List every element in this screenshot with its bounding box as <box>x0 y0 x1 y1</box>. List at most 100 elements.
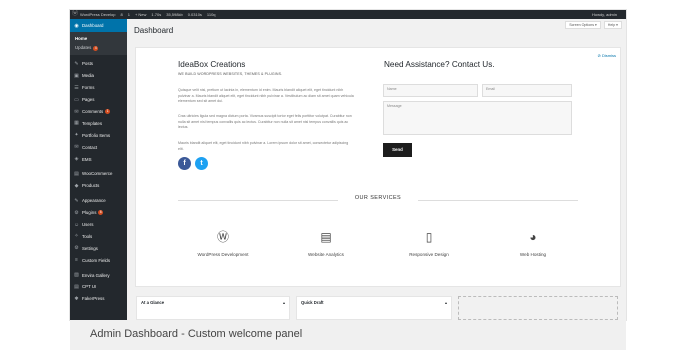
sidebar-item-products[interactable]: ◆ Products <box>70 180 127 192</box>
screenshot-frame: ⓦ WordPress Develop 8 1 + New 1.70s 35,5… <box>70 10 626 320</box>
sidebar-item-label: Settings <box>82 245 98 251</box>
sidebar-item-fakerpress[interactable]: ✱ FakerPress <box>70 293 127 305</box>
gallery-icon: ▨ <box>74 272 79 279</box>
sidebar-item-posts[interactable]: ✎ Posts <box>70 58 127 70</box>
tools-icon: ✧ <box>74 233 79 240</box>
site-name-link[interactable]: WordPress Develop <box>80 10 116 19</box>
sidebar-item-label: Plugins <box>82 210 97 216</box>
analytics-icon: ▤ <box>320 230 332 244</box>
custom-fields-icon: ≡ <box>75 257 78 264</box>
sidebar-item-woocommerce[interactable]: ▤ WooCommerce <box>70 168 127 180</box>
query-time[interactable]: 1.70s <box>151 10 161 19</box>
sidebar-item-contact[interactable]: ✉ Contact <box>70 141 127 153</box>
ems-icon: ◈ <box>74 156 79 163</box>
service-web-hosting: ◕ Web Hosting <box>488 228 578 257</box>
sidebar-item-settings[interactable]: ⚙ Settings <box>70 242 127 254</box>
users-icon: ☺ <box>73 221 80 228</box>
woocommerce-icon: ▤ <box>74 170 79 177</box>
service-label: Responsive Design <box>409 252 449 257</box>
at-a-glance-widget[interactable]: At a Glance ▴ <box>136 296 290 320</box>
settings-icon: ⚙ <box>74 245 79 252</box>
help-button[interactable]: Help ▾ <box>603 21 622 29</box>
widget-title: Quick Draft <box>301 300 324 305</box>
products-icon: ◆ <box>74 182 79 189</box>
sidebar-item-label: Forms <box>82 85 95 91</box>
facebook-icon[interactable]: f <box>178 157 191 170</box>
admin-sidebar: ◉ Dashboard Home Updates 4 ✎ Posts ▣ Media ☰ F… <box>70 19 127 320</box>
brand-title: IdeaBox Creations <box>178 60 246 69</box>
name-field[interactable]: Name <box>383 84 478 97</box>
sidebar-item-pages[interactable]: ▭ Pages <box>70 94 127 106</box>
sidebar-item-cpt-ui[interactable]: ▤ CPT UI <box>70 281 127 293</box>
sidebar-item-envira-gallery[interactable]: ▨ Envira Gallery <box>70 269 127 281</box>
sidebar-item-label: Users <box>82 222 94 228</box>
sidebar-item-label: Posts <box>82 61 93 67</box>
sidebar-item-tools[interactable]: ✧ Tools <box>70 230 127 242</box>
query-count[interactable]: 110q <box>207 10 216 19</box>
brand-tagline: WE BUILD WORDPRESS WEBSITES, THEMES & PL… <box>178 72 283 76</box>
sidebar-item-appearance[interactable]: ✎ Appearance <box>70 195 127 207</box>
sidebar-item-label: EMS <box>82 156 92 162</box>
sidebar-item-label: Dashboard <box>82 23 104 28</box>
new-content-link[interactable]: + New <box>135 10 146 19</box>
globe-icon: ◕ <box>529 230 537 244</box>
sidebar-item-label: FakerPress <box>82 296 105 302</box>
db-time[interactable]: 0.0310s <box>188 10 202 19</box>
send-button[interactable]: Send <box>383 143 412 157</box>
fakerpress-icon: ✱ <box>74 295 79 302</box>
sidebar-item-label: Pages <box>82 97 95 103</box>
page-title: Dashboard <box>134 26 174 35</box>
howdy-user-link[interactable]: Howdy, admin <box>592 10 617 19</box>
sidebar-item-portfolio-items[interactable]: ✦ Portfolio Items <box>70 129 127 141</box>
submenu-home[interactable]: Home <box>70 34 127 43</box>
sidebar-item-label: Comments <box>82 109 104 114</box>
widget-title: At a Glance <box>141 300 165 305</box>
caption: Admin Dashboard - Custom welcome panel <box>90 328 303 340</box>
quick-draft-widget[interactable]: Quick Draft ▴ <box>296 296 452 320</box>
message-field[interactable]: Message <box>383 101 572 135</box>
submenu-updates[interactable]: Updates 4 <box>70 43 127 52</box>
count-badge: 1 <box>105 109 111 114</box>
updates-count[interactable]: 8 <box>121 10 123 19</box>
sidebar-item-label: Templates <box>82 120 103 126</box>
dismiss-link[interactable]: ⊘ Dismiss <box>598 53 616 58</box>
service-label: Website Analytics <box>308 252 344 257</box>
comments-icon: ✉ <box>74 108 79 115</box>
dashboard-icon: ◉ <box>74 22 79 29</box>
service-wordpress-development: Ⓦ WordPress Development <box>178 228 268 257</box>
sidebar-item-users[interactable]: ☺ Users <box>70 219 127 231</box>
sidebar-item-templates[interactable]: ▦ Templates <box>70 117 127 129</box>
service-responsive-design: ▯ Responsive Design <box>384 228 474 257</box>
media-icon: ▣ <box>74 72 79 79</box>
intro-paragraph-2: Cras ultricies ligula sed magna dictum p… <box>178 114 352 129</box>
toggle-arrow-icon[interactable]: ▴ <box>283 300 285 305</box>
memory-usage[interactable]: 35,598kb <box>166 10 182 19</box>
dashboard-submenu: Home Updates 4 <box>70 32 127 55</box>
pages-icon: ▭ <box>74 96 79 103</box>
service-website-analytics: ▤ Website Analytics <box>281 228 371 257</box>
cpt-icon: ▤ <box>74 283 79 290</box>
sidebar-item-media[interactable]: ▣ Media <box>70 70 127 82</box>
screen-options-button[interactable]: Screen Options ▾ <box>565 21 601 29</box>
sidebar-item-comments[interactable]: ✉ Comments 1 <box>70 106 127 118</box>
caption-bar: Admin Dashboard - Custom welcome panel <box>70 320 626 350</box>
sidebar-item-plugins[interactable]: ⚙ Plugins 6 <box>70 207 127 219</box>
sidebar-menu: ✎ Posts ▣ Media ☰ Forms ▭ Pages ✉ Comments 1 ▦ Templ… <box>70 58 127 305</box>
sidebar-item-dashboard[interactable]: ◉ Dashboard <box>70 19 127 32</box>
comments-count[interactable]: 1 <box>128 10 130 19</box>
wordpress-logo-icon[interactable]: ⓦ <box>70 10 80 19</box>
twitter-icon[interactable]: t <box>195 157 208 170</box>
sidebar-item-ems[interactable]: ◈ EMS <box>70 153 127 165</box>
sidebar-item-label: WooCommerce <box>82 171 113 177</box>
sidebar-item-forms[interactable]: ☰ Forms <box>70 82 127 94</box>
toggle-arrow-icon[interactable]: ▴ <box>445 300 447 305</box>
sidebar-item-label: Appearance <box>82 198 106 204</box>
contact-title: Need Assistance? Contact Us. <box>384 60 495 69</box>
email-field[interactable]: Email <box>482 84 572 97</box>
sidebar-item-label: Contact <box>82 144 98 150</box>
sidebar-item-label: Products <box>82 183 100 189</box>
sidebar-item-custom-fields[interactable]: ≡ Custom Fields <box>70 254 127 266</box>
welcome-panel: ⊘ Dismiss IdeaBox Creations WE BUILD WOR… <box>135 47 621 287</box>
admin-bar: ⓦ WordPress Develop 8 1 + New 1.70s 35,5… <box>70 10 626 19</box>
empty-widget-area <box>458 296 618 320</box>
